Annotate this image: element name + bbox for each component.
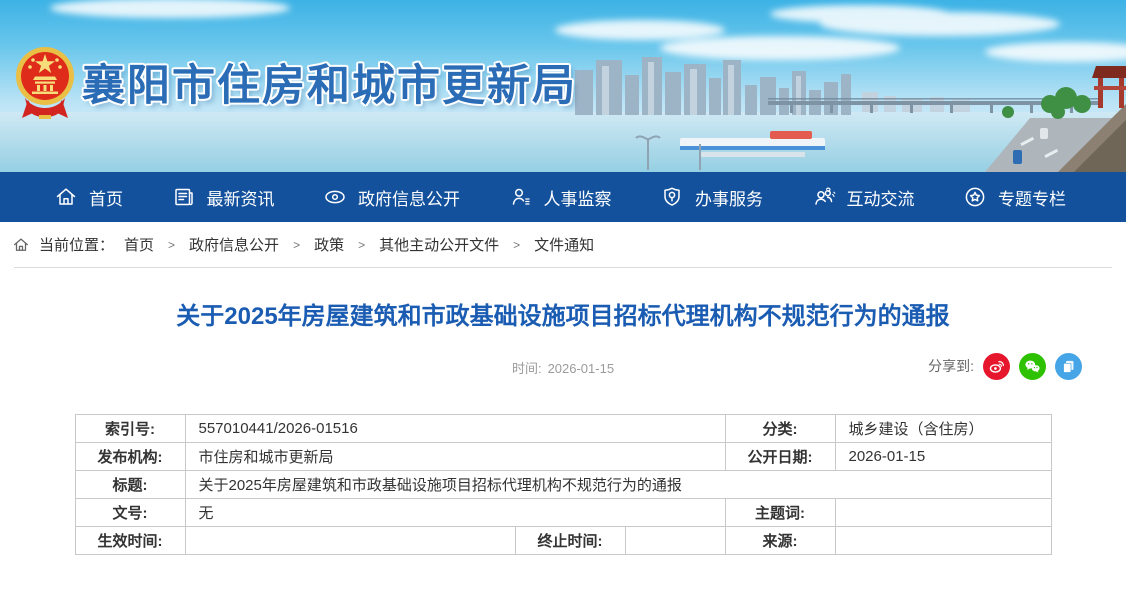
news-icon xyxy=(172,185,196,209)
weibo-share-icon[interactable] xyxy=(983,353,1010,380)
nav-item-special-columns[interactable]: 专题专栏 xyxy=(963,185,1066,210)
nav-item-label: 互动交流 xyxy=(847,185,915,210)
share-box: 分享到: xyxy=(928,352,1082,380)
agency-label: 发布机构: xyxy=(75,443,185,471)
index-no-value: 557010441/2026-01516 xyxy=(185,415,725,443)
main-navbar: 首页 最新资讯 政府信息公开 人事监察 xyxy=(0,172,1126,222)
nav-item-label: 首页 xyxy=(89,185,123,210)
nav-item-gov-info[interactable]: 政府信息公开 xyxy=(323,185,460,210)
nav-item-label: 专题专栏 xyxy=(998,185,1066,210)
site-title: 襄阳市住房和城市更新局 xyxy=(82,51,577,113)
publish-date-value: 2026-01-15 xyxy=(835,443,1051,471)
nav-item-services[interactable]: 办事服务 xyxy=(660,185,763,210)
breadcrumb-item-home[interactable]: 首页 xyxy=(124,234,154,255)
site-banner: 襄阳市住房和城市更新局 xyxy=(0,0,1126,172)
doc-no-label: 文号: xyxy=(75,499,185,527)
breadcrumb-location-label: 当前位置： xyxy=(39,234,114,255)
wechat-share-icon[interactable] xyxy=(1019,353,1046,380)
share-label: 分享到: xyxy=(928,356,974,376)
breadcrumb: 当前位置： 首页 > 政府信息公开 > 政策 > 其他主动公开文件 > 文件通知 xyxy=(0,222,1126,267)
breadcrumb-divider xyxy=(14,267,1112,268)
nav-item-personnel[interactable]: 人事监察 xyxy=(509,185,612,210)
keywords-label: 主题词: xyxy=(725,499,835,527)
breadcrumb-item-other-public-docs[interactable]: 其他主动公开文件 xyxy=(379,234,499,255)
table-row: 文号: 无 主题词: xyxy=(75,499,1051,527)
document-info-table: 索引号: 557010441/2026-01516 分类: 城乡建设（含住房） … xyxy=(75,414,1052,555)
table-row: 生效时间: 终止时间: 来源: xyxy=(75,527,1051,555)
category-value: 城乡建设（含住房） xyxy=(835,415,1051,443)
china-national-emblem-icon xyxy=(13,40,77,132)
page-title: 关于2025年房屋建筑和市政基础设施项目招标代理机构不规范行为的通报 xyxy=(50,301,1076,333)
doc-title-value: 关于2025年房屋建筑和市政基础设施项目招标代理机构不规范行为的通报 xyxy=(185,471,1051,499)
home-icon xyxy=(54,185,78,209)
effective-date-value xyxy=(185,527,515,555)
breadcrumb-item-document-notice[interactable]: 文件通知 xyxy=(534,234,594,255)
table-row: 发布机构: 市住房和城市更新局 公开日期: 2026-01-15 xyxy=(75,443,1051,471)
publish-date-label: 公开日期: xyxy=(725,443,835,471)
nav-item-label: 政府信息公开 xyxy=(358,185,460,210)
person-list-icon xyxy=(509,185,533,209)
keywords-value xyxy=(835,499,1051,527)
nav-item-home[interactable]: 首页 xyxy=(54,185,123,210)
time-label: 时间: xyxy=(512,361,542,376)
nav-item-label: 办事服务 xyxy=(695,185,763,210)
source-value xyxy=(835,527,1051,555)
time-value: 2026-01-15 xyxy=(548,361,615,376)
source-label: 来源: xyxy=(725,527,835,555)
breadcrumb-separator: > xyxy=(513,238,520,252)
eye-icon xyxy=(323,185,347,209)
expiry-date-value xyxy=(625,527,725,555)
breadcrumb-separator: > xyxy=(358,238,365,252)
effective-date-label: 生效时间: xyxy=(75,527,185,555)
breadcrumb-separator: > xyxy=(293,238,300,252)
nav-item-news[interactable]: 最新资讯 xyxy=(172,185,275,210)
agency-value: 市住房和城市更新局 xyxy=(185,443,725,471)
article-main: 关于2025年房屋建筑和市政基础设施项目招标代理机构不规范行为的通报 时间: 20… xyxy=(0,301,1126,555)
article-meta-row: 时间: 2026-01-15 分享到: xyxy=(0,351,1126,381)
table-row: 标题: 关于2025年房屋建筑和市政基础设施项目招标代理机构不规范行为的通报 xyxy=(75,471,1051,499)
breadcrumb-separator: > xyxy=(168,238,175,252)
breadcrumb-item-gov-info[interactable]: 政府信息公开 xyxy=(189,234,279,255)
people-discussion-icon xyxy=(812,185,836,209)
nav-item-interaction[interactable]: 互动交流 xyxy=(812,185,915,210)
nav-item-label: 人事监察 xyxy=(544,185,612,210)
table-row: 索引号: 557010441/2026-01516 分类: 城乡建设（含住房） xyxy=(75,415,1051,443)
breadcrumb-item-policy[interactable]: 政策 xyxy=(314,234,344,255)
doc-no-value: 无 xyxy=(185,499,725,527)
category-label: 分类: xyxy=(725,415,835,443)
doc-title-label: 标题: xyxy=(75,471,185,499)
index-no-label: 索引号: xyxy=(75,415,185,443)
nav-item-label: 最新资讯 xyxy=(207,185,275,210)
copy-share-icon[interactable] xyxy=(1055,353,1082,380)
star-circle-icon xyxy=(963,185,987,209)
expiry-date-label: 终止时间: xyxy=(515,527,625,555)
home-icon xyxy=(12,236,30,254)
shield-badge-icon xyxy=(660,185,684,209)
